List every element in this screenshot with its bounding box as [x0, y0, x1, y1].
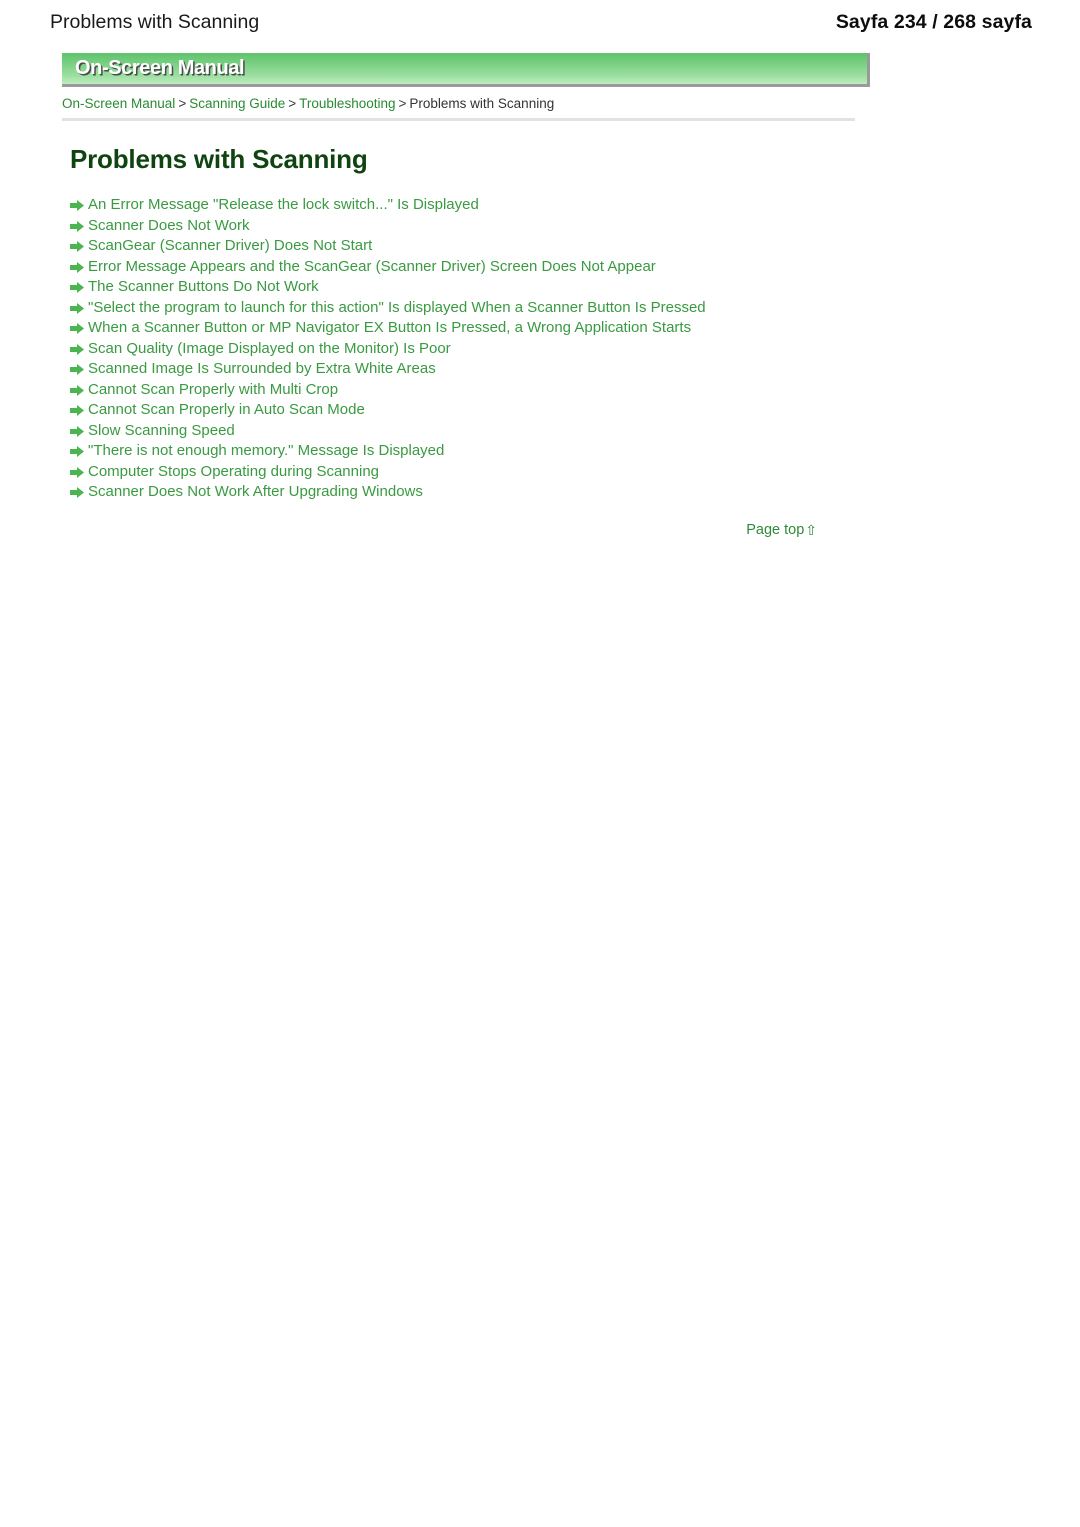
on-screen-manual-banner: On-Screen Manual: [62, 53, 870, 87]
arrow-right-icon: [70, 277, 88, 298]
arrow-right-icon: [70, 318, 88, 339]
breadcrumb: On-Screen Manual > Scanning Guide > Troubles…: [62, 95, 880, 112]
list-item[interactable]: ScanGear (Scanner Driver) Does Not Start: [70, 236, 880, 257]
list-item-link[interactable]: Scan Quality (Image Displayed on the Mon…: [88, 339, 451, 360]
page-top-link[interactable]: Page top ⇧: [746, 522, 817, 538]
arrow-up-icon: ⇧: [805, 521, 817, 538]
list-item[interactable]: Scan Quality (Image Displayed on the Mon…: [70, 339, 880, 360]
list-item-link[interactable]: Scanned Image Is Surrounded by Extra Whi…: [88, 359, 436, 380]
document-content: On-Screen Manual On-Screen Manual > Scanni…: [62, 53, 880, 538]
arrow-right-icon: [70, 236, 88, 257]
list-item-link[interactable]: When a Scanner Button or MP Navigator EX…: [88, 318, 691, 339]
list-item-link[interactable]: ScanGear (Scanner Driver) Does Not Start: [88, 236, 372, 257]
breadcrumb-separator: >: [178, 96, 187, 111]
breadcrumb-item-troubleshooting[interactable]: Troubleshooting: [299, 96, 395, 111]
breadcrumb-separator: >: [398, 96, 407, 111]
list-item-link[interactable]: "Select the program to launch for this a…: [88, 298, 706, 319]
list-item[interactable]: Slow Scanning Speed: [70, 421, 880, 442]
arrow-right-icon: [70, 421, 88, 442]
breadcrumb-item-current: Problems with Scanning: [409, 96, 555, 111]
page-top-label: Page top: [746, 521, 805, 538]
list-item[interactable]: Cannot Scan Properly with Multi Crop: [70, 380, 880, 401]
arrow-right-icon: [70, 359, 88, 380]
list-item-link[interactable]: Computer Stops Operating during Scanning: [88, 462, 379, 483]
list-item[interactable]: An Error Message "Release the lock switc…: [70, 195, 880, 216]
list-item[interactable]: When a Scanner Button or MP Navigator EX…: [70, 318, 880, 339]
list-item-link[interactable]: Cannot Scan Properly in Auto Scan Mode: [88, 400, 365, 421]
list-item[interactable]: "Select the program to launch for this a…: [70, 298, 880, 319]
page-number-indicator: Sayfa 234 / 268 sayfa: [835, 10, 1032, 33]
list-item[interactable]: Error Message Appears and the ScanGear (…: [70, 257, 880, 278]
page-top-row: Page top ⇧: [62, 522, 870, 538]
list-item-link[interactable]: Error Message Appears and the ScanGear (…: [88, 257, 656, 278]
list-item-link[interactable]: The Scanner Buttons Do Not Work: [88, 277, 319, 298]
arrow-right-icon: [70, 339, 88, 360]
list-item-link[interactable]: Scanner Does Not Work After Upgrading Wi…: [88, 482, 423, 503]
list-item-link[interactable]: Cannot Scan Properly with Multi Crop: [88, 380, 338, 401]
arrow-right-icon: [70, 462, 88, 483]
list-item[interactable]: "There is not enough memory." Message Is…: [70, 441, 880, 462]
arrow-right-icon: [70, 441, 88, 462]
list-item[interactable]: Scanned Image Is Surrounded by Extra Whi…: [70, 359, 880, 380]
list-item-link[interactable]: Scanner Does Not Work: [88, 216, 249, 237]
list-item-link[interactable]: "There is not enough memory." Message Is…: [88, 441, 444, 462]
list-item[interactable]: The Scanner Buttons Do Not Work: [70, 277, 880, 298]
list-item-link[interactable]: Slow Scanning Speed: [88, 421, 235, 442]
breadcrumb-item-on-screen-manual[interactable]: On-Screen Manual: [62, 96, 175, 111]
arrow-right-icon: [70, 216, 88, 237]
arrow-right-icon: [70, 195, 88, 216]
page-header-title: Problems with Scanning: [50, 10, 260, 33]
header-divider: [62, 118, 855, 121]
troubleshooting-link-list: An Error Message "Release the lock switc…: [62, 195, 880, 503]
arrow-right-icon: [70, 298, 88, 319]
list-item[interactable]: Scanner Does Not Work: [70, 216, 880, 237]
arrow-right-icon: [70, 257, 88, 278]
banner-title: On-Screen Manual: [75, 57, 245, 79]
arrow-right-icon: [70, 380, 88, 401]
breadcrumb-separator: >: [288, 96, 297, 111]
list-item[interactable]: Cannot Scan Properly in Auto Scan Mode: [70, 400, 880, 421]
print-page-header: Problems with Scanning Sayfa 234 / 268 s…: [0, 0, 1080, 44]
page-title: Problems with Scanning: [70, 144, 368, 174]
list-item[interactable]: Computer Stops Operating during Scanning: [70, 462, 880, 483]
arrow-right-icon: [70, 482, 88, 503]
arrow-right-icon: [70, 400, 88, 421]
list-item-link[interactable]: An Error Message "Release the lock switc…: [88, 195, 479, 216]
list-item[interactable]: Scanner Does Not Work After Upgrading Wi…: [70, 482, 880, 503]
breadcrumb-item-scanning-guide[interactable]: Scanning Guide: [189, 96, 285, 111]
